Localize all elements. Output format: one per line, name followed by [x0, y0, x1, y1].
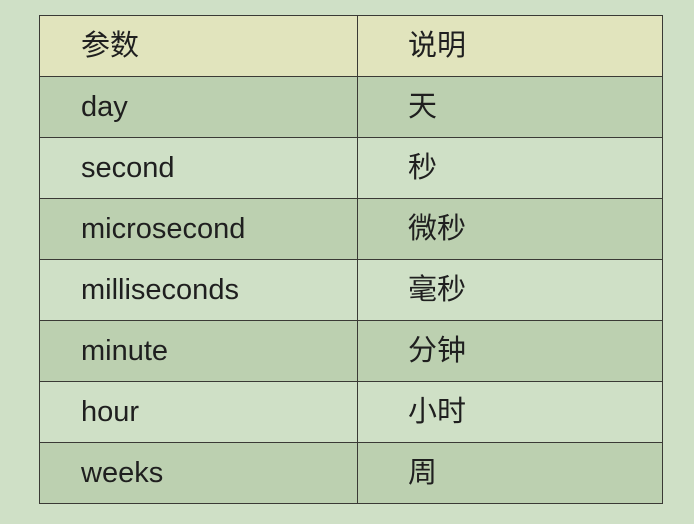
description-cell: 秒	[357, 137, 663, 199]
parameter-value: day	[81, 90, 128, 123]
description-cell: 毫秒	[357, 259, 663, 321]
description-value: 分钟	[408, 334, 467, 367]
header-parameter-label: 参数	[81, 29, 140, 62]
description-value: 小时	[408, 395, 467, 428]
header-row: 参数 说明	[39, 15, 663, 77]
description-value: 天	[408, 90, 438, 123]
header-cell-parameter: 参数	[39, 15, 358, 77]
description-cell: 周	[357, 442, 663, 504]
parameter-value: minute	[81, 334, 169, 367]
parameter-value: weeks	[81, 456, 164, 489]
description-cell: 天	[357, 76, 663, 138]
description-value: 毫秒	[408, 273, 467, 306]
table-row: second 秒	[39, 137, 663, 199]
description-cell: 微秒	[357, 198, 663, 260]
table-body: day 天 second 秒 microsecond 微秒 millisecon…	[39, 76, 663, 504]
parameter-value: microsecond	[81, 212, 246, 245]
description-cell: 小时	[357, 381, 663, 443]
description-value: 秒	[408, 151, 438, 184]
table-row: microsecond 微秒	[39, 198, 663, 260]
parameter-table: 参数 说明 day 天 second 秒 microsecond 微秒 mill…	[39, 15, 663, 504]
parameter-cell: hour	[39, 381, 358, 443]
parameter-value: hour	[81, 395, 140, 428]
parameter-cell: minute	[39, 320, 358, 382]
table-row: hour 小时	[39, 381, 663, 443]
parameter-cell: day	[39, 76, 358, 138]
parameter-cell: microsecond	[39, 198, 358, 260]
table-row: day 天	[39, 76, 663, 138]
header-cell-description: 说明	[357, 15, 663, 77]
table-row: minute 分钟	[39, 320, 663, 382]
description-cell: 分钟	[357, 320, 663, 382]
table-row: milliseconds 毫秒	[39, 259, 663, 321]
header-description-label: 说明	[408, 29, 467, 62]
parameter-value: milliseconds	[81, 273, 239, 306]
description-value: 微秒	[408, 212, 467, 245]
parameter-cell: second	[39, 137, 358, 199]
page: { "table": { "headers": ["参数", "说明"], "r…	[0, 0, 694, 524]
table-row: weeks 周	[39, 442, 663, 504]
parameter-value: second	[81, 151, 175, 184]
parameter-cell: milliseconds	[39, 259, 358, 321]
parameter-cell: weeks	[39, 442, 358, 504]
description-value: 周	[408, 456, 438, 489]
parameter-table-container: 参数 说明 day 天 second 秒 microsecond 微秒 mill…	[39, 15, 663, 504]
table-header: 参数 说明	[39, 15, 663, 77]
